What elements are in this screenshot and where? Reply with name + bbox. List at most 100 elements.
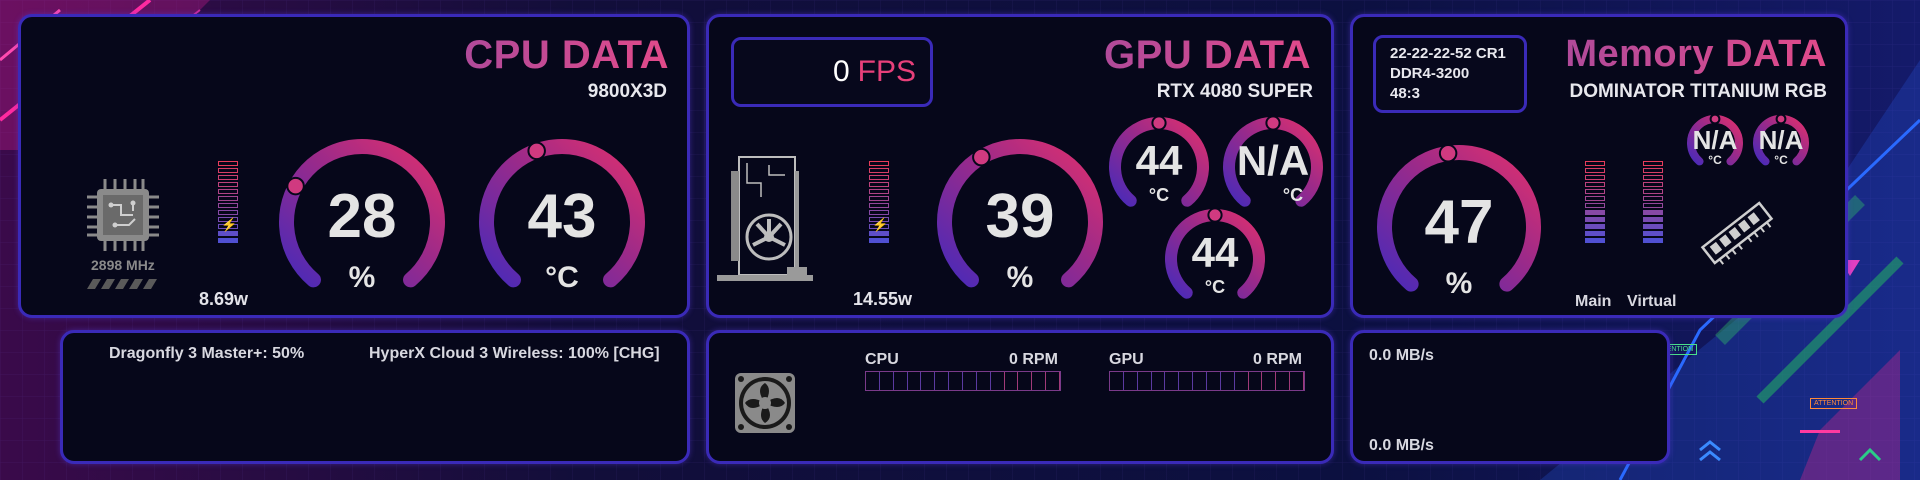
gpu-model: RTX 4080 SUPER bbox=[1156, 81, 1313, 102]
memory-stick-icon bbox=[1700, 201, 1774, 265]
rpm-cell bbox=[935, 372, 950, 390]
devices-panel: Dragonfly 3 Master+: 50% HyperX Cloud 3 … bbox=[60, 330, 690, 464]
memory-usage-value: 47 bbox=[1424, 188, 1494, 257]
memory-usage-unit: % bbox=[1445, 267, 1473, 300]
gpu-temp-unit-1: °C bbox=[1148, 185, 1170, 205]
gpu-usage-value: 39 bbox=[985, 182, 1055, 251]
rpm-cell bbox=[949, 372, 964, 390]
rpm-cell bbox=[1005, 372, 1019, 390]
gpu-temp-value-3: 44 bbox=[1191, 229, 1239, 276]
bar-segment bbox=[1585, 238, 1605, 243]
gpu-usage-unit: % bbox=[1006, 261, 1034, 294]
bar-segment bbox=[218, 203, 238, 208]
bar-segment bbox=[1643, 231, 1663, 236]
rpm-cell bbox=[1290, 372, 1305, 390]
bar-segment bbox=[1585, 168, 1605, 173]
rpm-cell bbox=[1262, 372, 1277, 390]
gpu-fan-label: GPU bbox=[1109, 351, 1144, 368]
network-rate-1: 0.0 MB/s bbox=[1369, 347, 1434, 364]
bar-segment bbox=[1585, 196, 1605, 201]
memory-panel: 22-22-22-52 CR1 DDR4-3200 48:3 Memory DA… bbox=[1350, 14, 1848, 318]
bar-segment bbox=[218, 210, 238, 215]
bar-segment bbox=[1585, 217, 1605, 222]
fps-label: FPS bbox=[857, 55, 916, 88]
cpu-usage-unit: % bbox=[348, 261, 376, 294]
bar-segment bbox=[1643, 238, 1663, 243]
memory-temp-gauge-1: N/A °C bbox=[1685, 113, 1745, 173]
gauge-marker bbox=[972, 147, 991, 167]
memory-main-label: Main bbox=[1575, 293, 1612, 310]
rpm-cell bbox=[866, 372, 880, 390]
bar-segment bbox=[1585, 161, 1605, 166]
network-rate-2: 0.0 MB/s bbox=[1369, 437, 1434, 454]
cpu-chip-icon bbox=[87, 179, 159, 251]
memory-timings: 22-22-22-52 CR1 bbox=[1390, 45, 1506, 62]
cpu-usage-value: 28 bbox=[327, 182, 397, 251]
bar-segment bbox=[1643, 224, 1663, 229]
cpu-power-bar: ⚡ bbox=[218, 161, 238, 245]
rpm-cell bbox=[1179, 372, 1194, 390]
rpm-cell bbox=[880, 372, 894, 390]
cpu-temp-value: 43 bbox=[527, 182, 597, 251]
cpu-fan-rpm-bar bbox=[865, 371, 1061, 391]
cpu-clock: 2898 MHz bbox=[91, 257, 155, 273]
bar-segment bbox=[869, 203, 889, 208]
cpu-stripe-decoration bbox=[87, 279, 157, 289]
bar-segment bbox=[1643, 175, 1663, 180]
bar-segment bbox=[218, 238, 238, 243]
gpu-power: 14.55w bbox=[853, 289, 913, 309]
bar-segment bbox=[869, 189, 889, 194]
gpu-panel: 0 FPS GPU DATA RTX 4080 SUPER ⚡ 14.55w 3… bbox=[706, 14, 1334, 318]
bar-segment bbox=[1643, 217, 1663, 222]
gauge-marker bbox=[1151, 115, 1167, 131]
attention-badge: ATTENTION bbox=[1810, 398, 1858, 409]
bar-segment bbox=[218, 168, 238, 173]
gauge-marker bbox=[1265, 115, 1281, 131]
memory-temp-gauge-2: N/A °C bbox=[1751, 113, 1811, 173]
gauge-marker bbox=[1438, 144, 1458, 163]
rpm-cell bbox=[1152, 372, 1166, 390]
fans-panel: CPU 0 RPM GPU 0 RPM bbox=[706, 330, 1334, 464]
gpu-temp-value-2: N/A bbox=[1236, 137, 1310, 184]
memory-info-box: 22-22-22-52 CR1 DDR4-3200 48:3 bbox=[1373, 35, 1527, 113]
memory-virtual-label: Virtual bbox=[1627, 293, 1677, 310]
memory-temp-value-1: N/A bbox=[1692, 125, 1738, 155]
bar-segment bbox=[869, 210, 889, 215]
memory-speed: DDR4-3200 bbox=[1390, 65, 1470, 82]
bar-segment bbox=[1585, 231, 1605, 236]
cpu-fan-label: CPU bbox=[865, 351, 899, 368]
rpm-cell bbox=[977, 372, 991, 390]
bar-segment bbox=[1585, 203, 1605, 208]
memory-temp-value-2: N/A bbox=[1758, 125, 1804, 155]
gpu-temp-gauge-3: 44 °C bbox=[1163, 207, 1267, 311]
memory-ratio: 48:3 bbox=[1390, 85, 1421, 102]
memory-usage-gauge: 47 % bbox=[1375, 143, 1543, 311]
gpu-fan-rpm: 0 RPM bbox=[1253, 351, 1302, 368]
gauge-marker bbox=[1207, 207, 1223, 223]
rpm-cell bbox=[1138, 372, 1152, 390]
bar-segment bbox=[1585, 189, 1605, 194]
rpm-cell bbox=[1276, 372, 1291, 390]
bar-segment bbox=[1585, 175, 1605, 180]
rpm-cell bbox=[1235, 372, 1249, 390]
bar-segment bbox=[1643, 161, 1663, 166]
lightning-icon: ⚡ bbox=[872, 217, 889, 232]
headset-battery: HyperX Cloud 3 Wireless: 100% [CHG] bbox=[369, 345, 660, 362]
bar-segment bbox=[1643, 196, 1663, 201]
bar-segment bbox=[218, 189, 238, 194]
bar-segment bbox=[1585, 210, 1605, 215]
rpm-cell bbox=[1193, 372, 1208, 390]
gpu-fan-rpm-bar bbox=[1109, 371, 1305, 391]
bar-segment bbox=[869, 196, 889, 201]
gpu-temp-gauge-1: 44 °C bbox=[1107, 115, 1211, 219]
gpu-temp-value-1: 44 bbox=[1135, 137, 1183, 184]
cpu-panel: CPU DATA 9800X3D 2898 MHz ⚡ 8.69w 28 % 4… bbox=[18, 14, 690, 318]
bar-segment bbox=[1643, 168, 1663, 173]
bar-segment bbox=[1643, 203, 1663, 208]
memory-virtual-bar bbox=[1643, 161, 1663, 245]
bar-segment bbox=[869, 168, 889, 173]
rpm-cell bbox=[1110, 372, 1124, 390]
lightning-icon: ⚡ bbox=[221, 217, 238, 232]
network-panel: 0.0 MB/s 0.0 MB/s bbox=[1350, 330, 1670, 464]
memory-title: Memory DATA bbox=[1565, 33, 1827, 75]
